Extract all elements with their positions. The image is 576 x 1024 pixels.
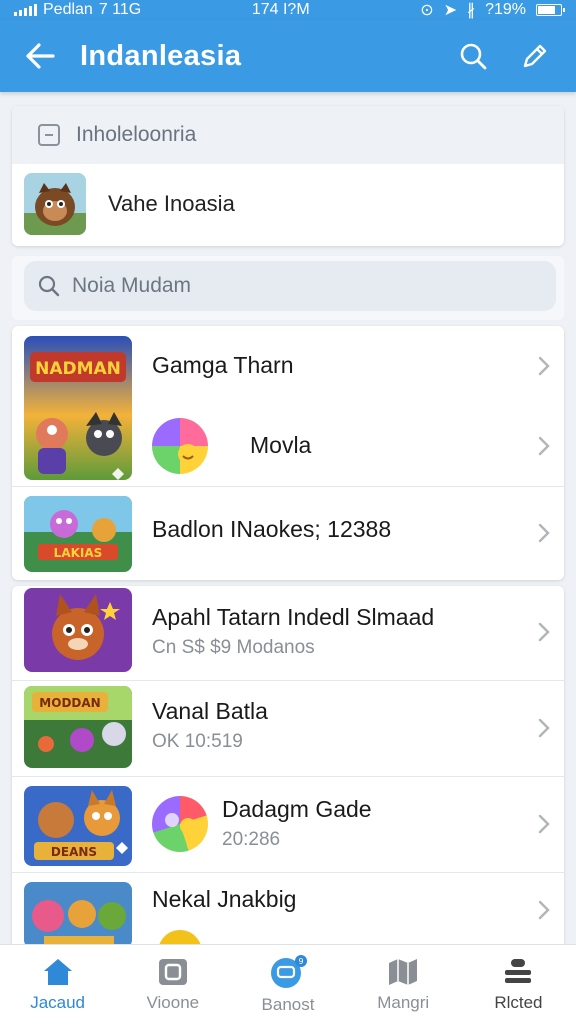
alarm-icon: ⊙ — [420, 2, 434, 19]
pencil-icon — [523, 44, 547, 68]
search-icon — [460, 43, 487, 70]
nav-item-stack[interactable]: Rlcted — [461, 945, 576, 1024]
carrier-label: Pedlan — [43, 1, 93, 18]
section-header: Inholeloonria — [12, 106, 564, 164]
list-item[interactable]: DEANS Dadagm Gade 20:286 — [12, 776, 564, 872]
game-thumbnail: DEANS — [24, 786, 132, 866]
game-ball-icon — [152, 418, 208, 474]
chevron-right-icon — [538, 900, 550, 920]
network-label: 7 11G — [98, 1, 142, 18]
battery-label: ?19% — [485, 1, 526, 18]
search-container — [12, 256, 564, 320]
user-name: Vahe Inoasia — [108, 191, 235, 216]
list-group-1: NADMAN Gamga Tharn Movla LAKIAS Badlon I… — [12, 326, 564, 580]
home-icon — [43, 958, 72, 985]
arrow-left-icon — [26, 43, 55, 69]
list-item[interactable]: Movla — [12, 406, 564, 486]
back-button[interactable] — [0, 20, 80, 92]
item-subtitle: Cn S$ $9 Modanos — [152, 637, 315, 658]
location-icon: ➤ — [443, 2, 458, 19]
map-icon — [389, 958, 418, 985]
chevron-right-icon — [538, 523, 550, 543]
item-title: Apahl Tatarn Indedl Slmaad — [152, 604, 435, 630]
page-title: Indanleasia — [80, 39, 242, 72]
checkbox-icon[interactable] — [38, 124, 60, 146]
item-title: Badlon INaokes; 12388 — [152, 516, 392, 542]
account-card: Inholeloonria Vahe Inoasia — [12, 106, 564, 246]
item-title: Gamga Tharn — [152, 352, 294, 378]
list-item[interactable]: LAKIAS Badlon INaokes; 12388 — [12, 486, 564, 580]
item-title: Vanal Batla — [152, 698, 268, 724]
video-icon — [158, 958, 187, 985]
chat-icon: 9 — [271, 954, 307, 988]
list-item[interactable]: Nekal Jnakbig — [12, 872, 564, 974]
game-thumbnail — [24, 882, 132, 948]
edit-button[interactable] — [504, 20, 566, 92]
list-item[interactable]: Apahl Tatarn Indedl Slmaad Cn S$ $9 Moda… — [12, 586, 564, 678]
nav-label: Rlcted — [494, 992, 543, 1012]
search-input[interactable] — [72, 274, 512, 298]
user-row[interactable]: Vahe Inoasia — [12, 164, 564, 244]
stack-icon — [505, 958, 532, 983]
clock: 174 I?M — [251, 1, 310, 18]
chevron-right-icon — [538, 622, 550, 642]
item-subtitle: 20:286 — [222, 829, 281, 850]
app-bar: Indanleasia — [0, 20, 576, 92]
nav-item-video[interactable]: Vioone — [115, 945, 230, 1024]
game-thumbnail — [24, 588, 132, 672]
avatar — [24, 173, 86, 235]
game-thumbnail: MODDAN — [24, 686, 132, 768]
nav-label: Banost — [261, 994, 315, 1014]
nav-label: Mangri — [377, 992, 430, 1012]
chevron-right-icon — [538, 814, 550, 834]
bluetooth-icon: ∦ — [467, 2, 476, 19]
bottom-navigation: Jacaud Vioone 9 Banost Mangri Rlcted — [0, 944, 576, 1024]
thumbnail-title: NADMAN — [35, 359, 121, 379]
search-icon — [38, 275, 60, 297]
search-button[interactable] — [442, 20, 504, 92]
list-item[interactable]: MODDAN Vanal Batla OK 10:519 — [12, 680, 564, 776]
search-field[interactable] — [24, 261, 556, 311]
nav-item-chat[interactable]: 9 Banost — [230, 945, 345, 1024]
signal-icon — [14, 4, 37, 16]
chevron-right-icon — [538, 718, 550, 738]
list-group-2: Apahl Tatarn Indedl Slmaad Cn S$ $9 Moda… — [12, 586, 564, 974]
svg-text:9: 9 — [298, 957, 303, 966]
item-subtitle: OK 10:519 — [152, 731, 243, 752]
game-thumbnail: LAKIAS — [24, 496, 132, 572]
nav-item-home[interactable]: Jacaud — [0, 945, 115, 1024]
chevron-right-icon — [538, 356, 550, 376]
item-title: Nekal Jnakbig — [152, 886, 297, 912]
nav-item-map[interactable]: Mangri — [346, 945, 461, 1024]
list-item[interactable]: NADMAN Gamga Tharn — [12, 326, 564, 480]
item-title: Dadagm Gade — [222, 796, 372, 822]
nav-label: Jacaud — [30, 992, 86, 1012]
section-header-label: Inholeloonria — [76, 123, 197, 146]
item-title: Movla — [250, 432, 312, 458]
battery-icon — [536, 4, 565, 16]
status-bar: Pedlan 7 11G 174 I?M ⊙ ➤ ∦ ?19% — [0, 0, 576, 20]
thumbnail-title: LAKIAS — [54, 546, 103, 560]
game-ball-icon — [152, 796, 208, 852]
chevron-right-icon — [538, 436, 550, 456]
thumbnail-title: MODDAN — [39, 696, 100, 710]
nav-label: Vioone — [146, 992, 200, 1012]
thumbnail-title: DEANS — [51, 845, 97, 859]
